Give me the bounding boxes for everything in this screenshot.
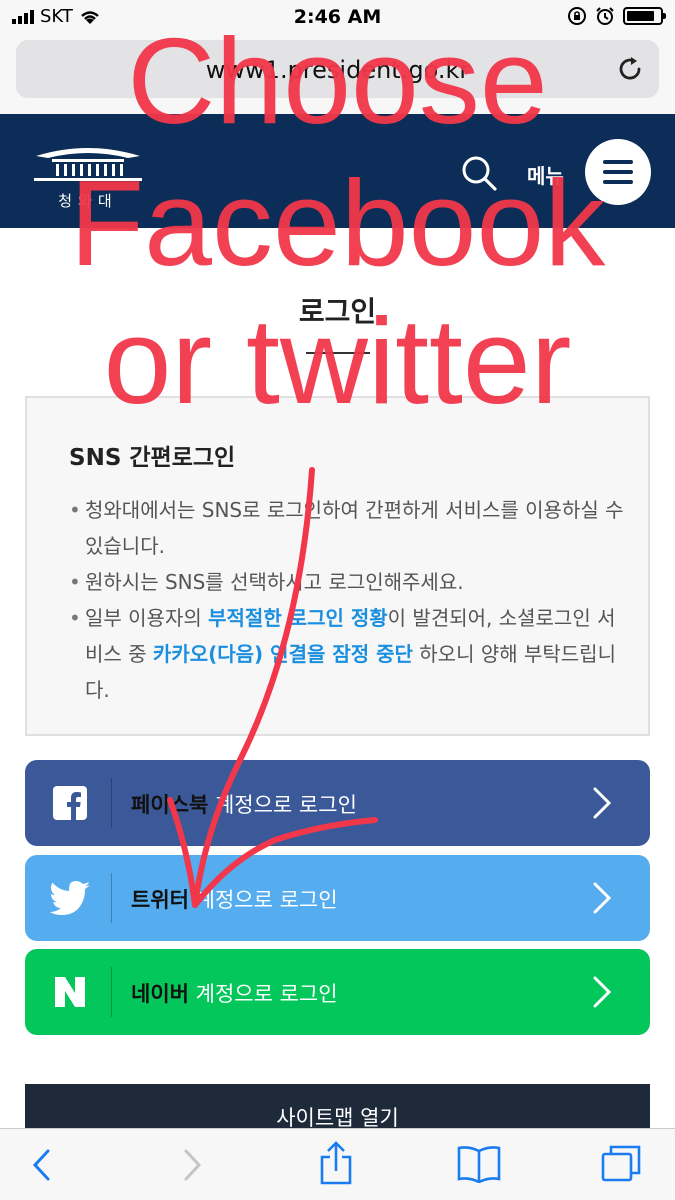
naver-n-icon (55, 977, 85, 1007)
forward-icon[interactable] (180, 1147, 204, 1183)
info-list: 청와대에서는 SNS로 로그인하여 간편하게 서비스를 이용하실 수 있습니다.… (69, 492, 629, 708)
hamburger-menu-button[interactable] (585, 139, 651, 205)
chevron-right-icon (593, 976, 612, 1008)
browser-toolbar (0, 1128, 675, 1200)
rotation-lock-icon (568, 7, 586, 25)
login-suffix: 계정으로 로그인 (195, 982, 338, 1006)
tabs-icon[interactable] (600, 1143, 642, 1183)
url-text[interactable]: www1.president.go.kr (16, 56, 659, 84)
highlight-text: 카카오(다음) 연결을 잠정 중단 (152, 642, 413, 666)
bookmarks-icon[interactable] (456, 1145, 502, 1183)
twitter-bird-icon (50, 881, 90, 915)
menu-label[interactable]: 메뉴 (527, 160, 564, 189)
login-suffix: 계정으로 로그인 (195, 888, 338, 912)
hamburger-icon (603, 160, 633, 164)
site-header: 청와대 메뉴 (0, 114, 675, 228)
naver-login-button[interactable]: 네이버 계정으로 로그인 (25, 949, 650, 1035)
search-icon[interactable] (460, 154, 498, 192)
facebook-login-button[interactable]: 페이스북 계정으로 로그인 (25, 760, 650, 846)
sns-login-heading: SNS 간편로그인 (69, 445, 236, 471)
back-icon[interactable] (30, 1147, 54, 1183)
twitter-login-name: 트위터 (131, 888, 189, 912)
facebook-icon (53, 786, 87, 820)
browser-address-area: www1.president.go.kr (0, 36, 675, 114)
naver-login-name: 네이버 (131, 982, 189, 1006)
facebook-login-name: 페이스북 (131, 793, 209, 817)
info-item: 원하시는 SNS를 선택하시고 로그인해주세요. (69, 564, 629, 600)
logo-caption: 청와대 (58, 192, 118, 210)
battery-icon (623, 7, 666, 25)
info-item: 청와대에서는 SNS로 로그인하여 간편하게 서비스를 이용하실 수 있습니다. (69, 492, 629, 564)
site-logo[interactable]: 청와대 (28, 138, 148, 211)
address-bar[interactable]: www1.president.go.kr (16, 40, 659, 98)
title-underline (306, 352, 370, 354)
chevron-right-icon (593, 882, 612, 914)
blue-house-logo-icon (34, 148, 142, 181)
sns-info-box: SNS 간편로그인 청와대에서는 SNS로 로그인하여 간편하게 서비스를 이용… (25, 396, 650, 736)
info-item: 일부 이용자의 부적절한 로그인 정황이 발견되어, 소셜로그인 서비스 중 카… (69, 600, 629, 708)
page-title: 로그인 (298, 295, 377, 328)
login-suffix: 계정으로 로그인 (214, 793, 357, 817)
alarm-icon (596, 7, 614, 25)
chevron-right-icon (593, 787, 612, 819)
status-bar: SKT 2:46 AM (0, 0, 675, 36)
highlight-text: 부적절한 로그인 정황 (208, 606, 388, 630)
reload-icon[interactable] (615, 54, 645, 84)
share-icon[interactable] (318, 1141, 354, 1185)
twitter-login-button[interactable]: 트위터 계정으로 로그인 (25, 855, 650, 941)
